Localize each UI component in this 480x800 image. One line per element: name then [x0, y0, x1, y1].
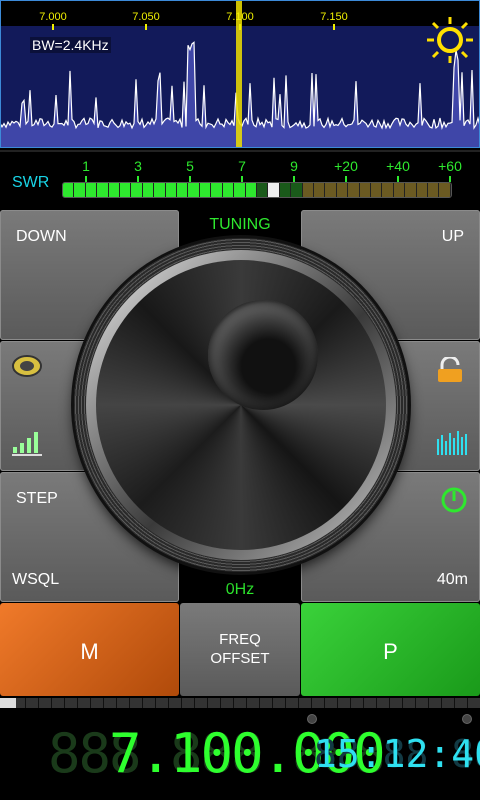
clock-readout: 15:12:40 [314, 732, 480, 776]
up-label: UP [441, 228, 464, 245]
freq-tick [52, 24, 54, 30]
swr-scale-label: +60 [438, 158, 462, 174]
swr-segment [313, 183, 325, 197]
swr-segment [370, 183, 382, 197]
swr-segment [359, 183, 370, 197]
swr-scale-label: 3 [134, 158, 142, 174]
freq-label: 7.050 [132, 11, 160, 23]
freq-label: 7.000 [39, 11, 67, 23]
down-label: DOWN [16, 228, 67, 245]
swr-segment [279, 183, 291, 197]
band-label: 40m [436, 571, 468, 588]
swr-segment [108, 183, 120, 197]
progress-fill [0, 698, 16, 708]
swr-segment [416, 183, 427, 197]
swr-segment [405, 183, 416, 197]
swr-segment [85, 183, 97, 197]
swr-segment [74, 183, 85, 197]
swr-segment [188, 183, 199, 197]
swr-segment [393, 183, 405, 197]
swr-bar [62, 182, 452, 198]
swr-segment [154, 183, 165, 197]
power-icon[interactable] [440, 486, 468, 514]
freq-offset-line1: FREQ [219, 631, 261, 648]
swr-segment [428, 183, 439, 197]
swr-segment [222, 183, 234, 197]
freq-offset-line2: OFFSET [210, 650, 270, 667]
swr-scale-label: +40 [386, 158, 410, 174]
step-label: STEP [16, 490, 58, 507]
p-label: P [383, 639, 398, 664]
knob-finger-dimple [208, 300, 318, 410]
swr-scale-label: 1 [82, 158, 90, 174]
wsql-label: WSQL [12, 571, 60, 588]
swr-segment [336, 183, 348, 197]
sun-icon[interactable] [424, 14, 476, 66]
tuning-label: TUNING [180, 210, 300, 240]
bandwidth-label: BW=2.4KHz [30, 37, 111, 53]
swr-segment [142, 183, 154, 197]
freq-tick [145, 24, 147, 30]
scan-progress-bar[interactable] [0, 698, 480, 708]
freq-label: 7.100 [226, 11, 254, 23]
swr-segment [165, 183, 177, 197]
swr-label: SWR [12, 174, 50, 191]
swr-scale-label: 9 [290, 158, 298, 174]
swr-segment [177, 183, 188, 197]
swr-segment [120, 183, 131, 197]
swr-segment [325, 183, 336, 197]
swr-segment [97, 183, 108, 197]
knob-face [96, 260, 386, 550]
p-button[interactable]: P [301, 603, 480, 696]
m-button[interactable]: M [0, 603, 179, 696]
swr-segment [439, 183, 450, 197]
swr-segment [234, 183, 245, 197]
equalizer-icon [437, 431, 467, 455]
signal-bars-icon [12, 432, 42, 456]
tuning-knob[interactable] [74, 238, 408, 572]
swr-scale-label: +20 [334, 158, 358, 174]
indicator-dot [462, 714, 472, 724]
offset-hz-label: 0Hz [180, 575, 300, 605]
swr-segment [199, 183, 211, 197]
spectrum-display[interactable]: 7.000 7.050 7.100 7.150 BW=2.4KHz [0, 0, 480, 148]
swr-meter: SWR 1 3 5 7 9 +20 +40 +60 [0, 150, 480, 208]
lock-icon [438, 357, 462, 382]
swr-segment [256, 183, 268, 197]
swr-segment [268, 183, 279, 197]
speaker-icon [12, 355, 42, 377]
freq-tick [333, 24, 335, 30]
swr-segment [211, 183, 222, 197]
frequency-display: 888.888.888 887.100.000 88:88:88 15:12:4… [0, 708, 480, 800]
swr-segment [63, 183, 74, 197]
swr-segment [245, 183, 256, 197]
swr-segment [131, 183, 142, 197]
freq-tick [239, 24, 241, 30]
swr-segment [291, 183, 302, 197]
swr-segment [382, 183, 393, 197]
freq-label: 7.150 [320, 11, 348, 23]
swr-scale-label: 7 [238, 158, 246, 174]
swr-segment [348, 183, 359, 197]
swr-segment [302, 183, 313, 197]
m-label: M [80, 639, 99, 664]
swr-scale-label: 5 [186, 158, 194, 174]
freq-offset-button[interactable]: FREQ OFFSET [180, 603, 300, 696]
